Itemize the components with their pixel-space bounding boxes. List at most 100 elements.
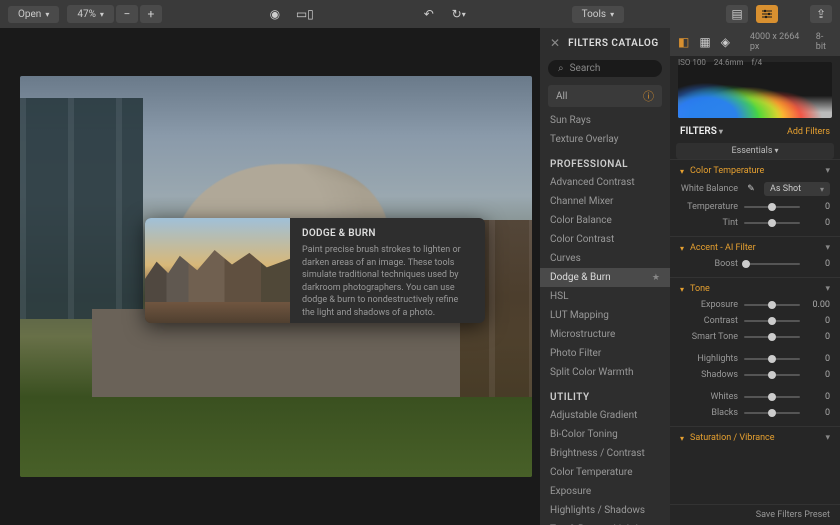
tone-label: Highlights [680,354,738,364]
catalog-item[interactable]: Highlights / Shadows [540,501,670,520]
catalog-item[interactable]: HSL [540,287,670,306]
slider-handle[interactable] [768,219,776,227]
catalog-item[interactable]: Adjustable Gradient [540,406,670,425]
white-balance-label: White Balance [680,184,738,194]
tone-row: Contrast0 [680,316,830,326]
tone-slider[interactable] [744,396,800,398]
white-balance-select[interactable]: As Shot [764,182,830,196]
tone-row: Highlights0 [680,354,830,364]
catalog-item[interactable]: Split Color Warmth [540,363,670,382]
meta-focal: 24.6mm [714,58,744,67]
color-temp-slider[interactable] [744,206,800,208]
catalog-item[interactable]: Color Balance [540,211,670,230]
tone-label: Shadows [680,370,738,380]
history-button[interactable]: ↻ [448,5,470,23]
catalog-item[interactable]: Exposure [540,482,670,501]
catalog-item[interactable]: Photo Filter [540,344,670,363]
info-panel-icon[interactable]: ◈ [721,35,730,49]
catalog-item[interactable]: Color Temperature [540,463,670,482]
slider-handle[interactable] [768,371,776,379]
zoom-in-button[interactable]: + [140,5,162,23]
panel-tone-header[interactable]: ▾Tone▾ [680,284,830,294]
tone-slider[interactable] [744,304,800,306]
slider-handle[interactable] [768,409,776,417]
catalog-item[interactable]: Sun Rays [540,111,670,130]
image-dimensions: 4000 x 2664 px [750,32,806,52]
slider-handle[interactable] [768,333,776,341]
panel-color-temperature: ▾Color Temperature▾ White Balance ✎ As S… [670,159,840,236]
layers-icon[interactable]: ◧ [678,35,689,49]
tone-slider[interactable] [744,412,800,414]
catalog-item[interactable]: Texture Overlay [540,130,670,149]
catalog-item[interactable]: Brightness / Contrast [540,444,670,463]
zoom-level[interactable]: 47% [67,5,114,23]
panel-saturation-vibrance-header[interactable]: ▾Saturation / Vibrance▾ [680,433,830,443]
chevron-down-icon: ▾ [825,243,830,253]
tone-label: Smart Tone [680,332,738,342]
eyedropper-icon[interactable]: ✎ [744,184,758,194]
panel-accent-ai-header[interactable]: ▾Accent - AI Filter▾ [680,243,830,253]
info-icon[interactable]: ⓘ [643,88,654,104]
panel-color-temperature-header[interactable]: ▾Color Temperature▾ [680,166,830,176]
catalog-item[interactable]: Dodge & Burn [540,268,670,287]
tone-row: Blacks0 [680,408,830,418]
eye-icon[interactable]: ◉ [264,5,286,23]
tone-slider[interactable] [744,374,800,376]
close-icon[interactable]: ✕ [550,36,560,50]
catalog-item[interactable]: Color Contrast [540,230,670,249]
tone-value: 0 [806,370,830,380]
filters-catalog-panel: ✕ FILTERS CATALOG ⌕ Search All ⓘ Sun Ray… [540,28,670,525]
image-bitdepth: 8-bit [816,32,832,52]
tools-menu[interactable]: Tools [572,6,625,23]
tone-slider[interactable] [744,320,800,322]
histogram-icon[interactable]: ▦ [699,35,710,49]
tone-slider[interactable] [744,336,800,338]
filter-tooltip: DODGE & BURN Paint precise brush strokes… [145,218,485,323]
category-all[interactable]: All ⓘ [548,85,662,107]
workspace-preset-select[interactable]: Essentials [676,143,834,159]
right-panel: ◧ ▦ ◈ 4000 x 2664 px 8-bit ISO 100 24.6m… [670,28,840,525]
catalog-item[interactable]: Microstructure [540,325,670,344]
catalog-section-header: UTILITY [540,382,670,406]
catalog-title: FILTERS CATALOG [568,38,659,49]
catalog-item[interactable]: Bi-Color Toning [540,425,670,444]
slider-handle[interactable] [768,393,776,401]
zoom-out-button[interactable]: − [116,5,138,23]
color-temp-slider[interactable] [744,222,800,224]
search-input[interactable]: ⌕ Search [548,60,662,77]
slider-handle[interactable] [768,301,776,309]
catalog-item[interactable]: LUT Mapping [540,306,670,325]
catalog-item[interactable]: Curves [540,249,670,268]
compare-icon[interactable]: ▭▯ [294,5,316,23]
catalog-section-header: PROFESSIONAL [540,149,670,173]
color-temp-label: Tint [680,218,738,228]
undo-button[interactable]: ↶ [418,5,440,23]
color-temp-label: Temperature [680,202,738,212]
catalog-item[interactable]: Advanced Contrast [540,173,670,192]
slider-handle[interactable] [768,317,776,325]
filters-heading[interactable]: FILTERS [680,126,723,137]
slider-handle[interactable] [742,260,750,268]
catalog-item[interactable]: Channel Mixer [540,192,670,211]
save-filters-preset-button[interactable]: Save Filters Preset [670,504,840,525]
open-menu[interactable]: Open [8,6,59,23]
slider-handle[interactable] [768,355,776,363]
add-filters-button[interactable]: Add Filters [787,127,830,137]
panel-toggle-1[interactable]: ▤ [726,5,748,23]
tone-value: 0 [806,316,830,326]
filter-preview-image [145,218,290,323]
panel-toggle-filters[interactable] [756,5,778,23]
color-temp-value: 0 [806,218,830,228]
sliders-icon [761,8,773,20]
tone-row: Whites0 [680,392,830,402]
slider-handle[interactable] [768,203,776,211]
export-button[interactable]: ⇪ [810,5,832,23]
category-all-label: All [556,91,567,102]
histogram[interactable] [678,62,832,118]
chevron-down-icon: ▾ [680,285,684,294]
canvas-area[interactable]: DODGE & BURN Paint precise brush strokes… [0,28,540,525]
accent-boost-slider[interactable] [744,263,800,265]
tone-slider[interactable] [744,358,800,360]
catalog-item[interactable]: Top & Bottom Lighting [540,520,670,525]
chevron-down-icon: ▾ [825,433,830,443]
